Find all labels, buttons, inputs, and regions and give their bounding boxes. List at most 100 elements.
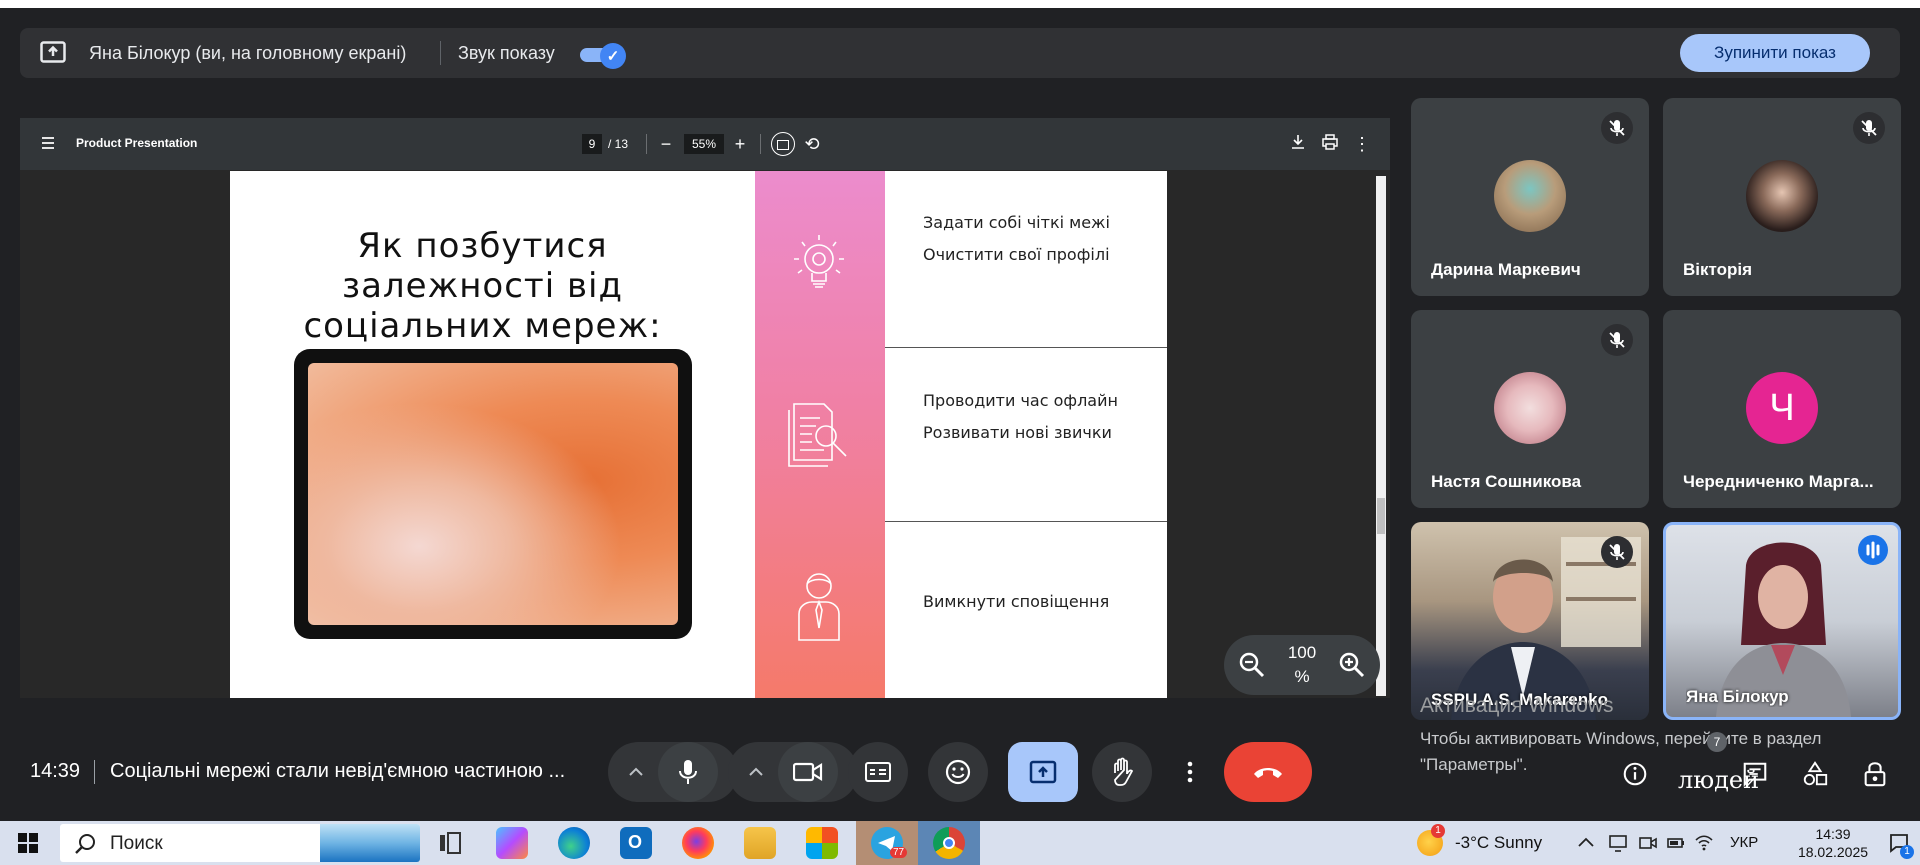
pdf-title: Product Presentation <box>76 136 198 150</box>
more-options-icon[interactable]: ⋮ <box>1350 132 1374 156</box>
participant-name: Настя Сошникова <box>1431 472 1582 491</box>
divider <box>440 41 441 65</box>
copilot-icon[interactable] <box>496 827 528 859</box>
mic-off-icon <box>1853 112 1885 144</box>
raise-hand-button[interactable] <box>1092 742 1152 802</box>
divider <box>94 760 95 784</box>
fit-page-icon[interactable] <box>771 132 795 156</box>
mic-off-icon <box>1601 536 1633 568</box>
slide-title: Як позбутися залежності від соціальних м… <box>303 226 662 346</box>
zoom-level-input[interactable]: 55% <box>684 134 724 154</box>
leave-call-button[interactable] <box>1224 742 1312 802</box>
weather-text[interactable]: -3°C Sunny <box>1455 833 1542 853</box>
participant-tile[interactable]: Дарина Маркевич <box>1411 98 1649 296</box>
telegram-taskbar-item[interactable]: 77 <box>856 821 918 865</box>
slide-item: Задати собі чіткі межі <box>923 213 1110 232</box>
present-screen-icon <box>40 41 66 63</box>
microphone-button[interactable] <box>658 742 718 802</box>
camera-button[interactable] <box>778 742 838 802</box>
captions-button[interactable] <box>848 742 908 802</box>
hang-up-icon <box>1254 768 1282 778</box>
zoom-control: 100 % <box>1224 635 1380 695</box>
chrome-taskbar-item[interactable] <box>918 821 980 865</box>
emoji-icon <box>945 759 971 785</box>
participant-video-tile[interactable]: SSPU A.S. Makarenko <box>1411 522 1649 720</box>
share-sound-toggle[interactable]: ✓ <box>580 43 626 69</box>
host-controls-icon[interactable] <box>1860 760 1890 788</box>
search-label: Поиск <box>110 833 163 854</box>
meeting-time: 14:39 <box>30 760 81 782</box>
participant-name: Дарина Маркевич <box>1431 260 1581 279</box>
participant-tile[interactable]: Вікторія <box>1663 98 1901 296</box>
divider <box>760 134 761 154</box>
divider <box>646 134 647 154</box>
present-screen-icon <box>1029 760 1057 784</box>
zoom-in-button[interactable]: + <box>728 132 752 156</box>
windows-start-icon[interactable] <box>18 833 38 853</box>
document-search-icon <box>788 403 847 467</box>
pdf-scrollbar[interactable] <box>1376 176 1386 696</box>
weather-icon[interactable]: 1 <box>1417 824 1445 856</box>
firefox-icon[interactable] <box>682 827 714 859</box>
file-explorer-icon[interactable] <box>744 827 776 859</box>
participant-tile[interactable]: Настя Сошникова <box>1411 310 1649 508</box>
menu-icon[interactable] <box>40 133 58 153</box>
activities-icon[interactable] <box>1800 760 1830 788</box>
edge-icon[interactable] <box>558 827 590 859</box>
slide-item: Розвивати нові звички <box>923 423 1112 442</box>
zoom-out-button[interactable]: − <box>654 132 678 156</box>
camera-control-group <box>728 742 858 802</box>
taskbar-search[interactable]: Поиск <box>60 824 420 862</box>
download-icon[interactable] <box>1286 132 1310 156</box>
store-icon[interactable] <box>806 827 838 859</box>
gradient-strip <box>755 171 885 698</box>
chrome-icon <box>933 827 965 859</box>
wifi-icon[interactable] <box>1694 833 1714 853</box>
chat-icon[interactable] <box>1740 760 1770 788</box>
mic-off-icon <box>1601 112 1633 144</box>
person-icon <box>798 573 840 641</box>
participant-tile[interactable]: Ч Чередниченко Марга... <box>1663 310 1901 508</box>
stop-presenting-button[interactable]: Зупинити показ <box>1680 34 1870 72</box>
avatar <box>1746 160 1818 232</box>
info-icon[interactable] <box>1620 760 1650 788</box>
present-now-button[interactable] <box>1008 742 1078 802</box>
windows-taskbar: Поиск O 77 1 -3°C Sunny УКР 14:39 18.02.… <box>0 821 1920 865</box>
more-options-button[interactable] <box>1166 742 1214 802</box>
taskbar-clock[interactable]: 14:39 18.02.2025 <box>1788 825 1878 861</box>
windows-activation-title: Активация Windows <box>1420 694 1614 717</box>
rotate-icon[interactable]: ⟲ <box>800 132 824 156</box>
captions-icon <box>865 762 891 782</box>
chevron-up-icon[interactable] <box>1577 835 1595 849</box>
participant-video-tile[interactable]: Яна Білокур <box>1663 522 1901 720</box>
outlook-icon[interactable]: O <box>620 827 652 859</box>
pdf-toolbar: Product Presentation 9 / 13 − 55% + ⟲ ⋮ <box>20 118 1390 170</box>
slide-page: Як позбутися залежності від соціальних м… <box>230 171 1167 698</box>
chevron-up-icon[interactable] <box>746 762 766 782</box>
participant-name: Вікторія <box>1683 260 1753 279</box>
page-number-input[interactable]: 9 <box>582 134 602 154</box>
reactions-button[interactable] <box>928 742 988 802</box>
telegram-badge: 77 <box>890 847 908 858</box>
monitor-icon[interactable] <box>1608 833 1628 853</box>
avatar <box>1494 160 1566 232</box>
mic-control-group <box>608 742 738 802</box>
print-icon[interactable] <box>1318 132 1342 156</box>
more-vertical-icon <box>1187 761 1193 783</box>
zoom-in-icon[interactable] <box>1338 651 1366 679</box>
microphone-icon <box>679 760 697 784</box>
battery-icon[interactable] <box>1666 833 1686 853</box>
chevron-up-icon[interactable] <box>626 762 646 782</box>
presenter-label: Яна Білокур (ви, на головному екрані) <box>89 43 407 63</box>
task-view-icon[interactable] <box>434 827 466 859</box>
zoom-out-icon[interactable] <box>1238 651 1266 679</box>
camera-tray-icon[interactable] <box>1638 833 1658 853</box>
people-count-badge: 7 <box>1707 732 1727 752</box>
notification-count-badge: 1 <box>1900 845 1914 859</box>
search-highlight-image <box>320 824 420 862</box>
meeting-title: Соціальні мережі стали невід'ємною части… <box>110 760 566 782</box>
slide-item: Вимкнути сповіщення <box>923 592 1110 611</box>
language-indicator[interactable]: УКР <box>1730 834 1758 851</box>
pdf-viewer: Product Presentation 9 / 13 − 55% + ⟲ ⋮ … <box>20 118 1390 698</box>
zoom-value: 100 % <box>1287 643 1317 686</box>
